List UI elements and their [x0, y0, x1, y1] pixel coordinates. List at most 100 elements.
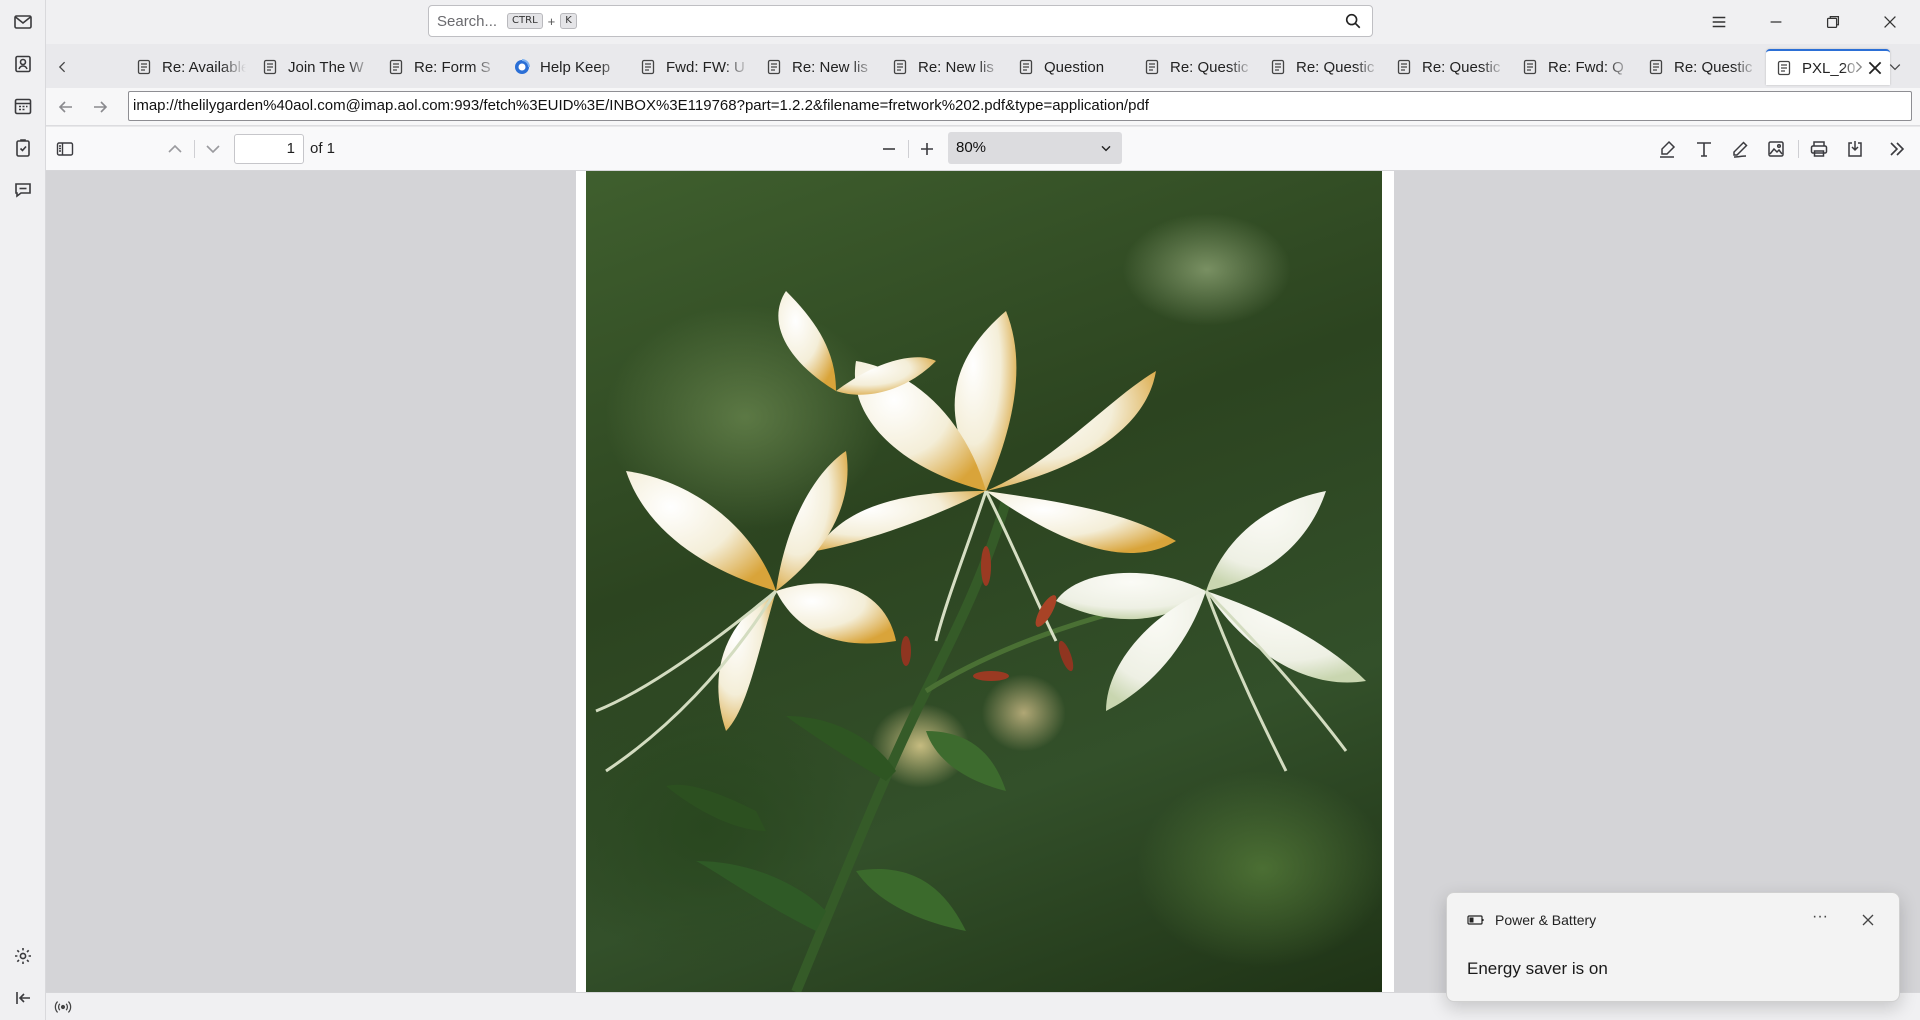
- message-icon: [1777, 60, 1791, 76]
- page-count-label: of 1: [310, 140, 336, 157]
- collapse-icon[interactable]: [11, 986, 35, 1010]
- notification-toast[interactable]: Power & Battery ··· Energy saver is on: [1446, 892, 1900, 1002]
- shortcut-plus: +: [547, 13, 556, 29]
- close-window-icon[interactable]: [1876, 8, 1904, 36]
- message-icon: [137, 59, 151, 75]
- mail-icon[interactable]: [11, 10, 35, 34]
- print-icon[interactable]: [1808, 138, 1830, 160]
- tab-label: Re: New lis: [918, 58, 994, 76]
- tab-label: Re: Available: [162, 58, 246, 76]
- shortcut-k-key: K: [560, 13, 577, 29]
- lily-illustration: [595, 291, 1366, 992]
- tab-label: Fwd: FW: U: [666, 58, 745, 76]
- online-status-icon[interactable]: [54, 998, 72, 1016]
- app-menu-icon[interactable]: [1705, 8, 1733, 36]
- message-icon: [1145, 59, 1159, 75]
- previous-page-icon[interactable]: [164, 138, 186, 160]
- message-icon: [263, 59, 277, 75]
- toolbar-divider: [194, 140, 195, 158]
- search-placeholder: Search...: [437, 12, 498, 30]
- toast-header: Power & Battery: [1467, 912, 1596, 928]
- tab-label: Help Keep: [540, 58, 611, 76]
- forward-icon[interactable]: [90, 97, 110, 117]
- tab[interactable]: Re: Questic: [1638, 49, 1758, 85]
- tab[interactable]: Re: New lis: [882, 49, 1002, 85]
- message-icon: [1397, 59, 1411, 75]
- tab-label: Re: Fwd: Q: [1548, 58, 1624, 76]
- chat-icon[interactable]: [11, 178, 35, 202]
- list-all-tabs-icon[interactable]: [1884, 56, 1906, 78]
- minimize-icon[interactable]: [1762, 8, 1790, 36]
- toast-title: Power & Battery: [1495, 912, 1597, 928]
- settings-icon[interactable]: [11, 944, 35, 968]
- draw-icon[interactable]: [1729, 138, 1751, 160]
- toolbar-divider: [1798, 140, 1799, 158]
- zoom-in-icon[interactable]: [916, 138, 938, 160]
- message-icon: [893, 59, 907, 75]
- tab[interactable]: Re: New lis: [756, 49, 876, 85]
- tasks-icon[interactable]: [11, 136, 35, 160]
- toast-message: Energy saver is on: [1467, 959, 1608, 978]
- pdf-viewer[interactable]: [46, 171, 1920, 992]
- scroll-tabs-left-icon[interactable]: [52, 56, 74, 78]
- tab[interactable]: Join The W: [252, 49, 372, 85]
- tab-label: Re: Questic: [1170, 58, 1249, 76]
- tab[interactable]: Re: Questic: [1386, 49, 1506, 85]
- save-icon[interactable]: [1844, 138, 1866, 160]
- tab-label: Re: Questic: [1674, 58, 1753, 76]
- tab-label: Re: Form S: [414, 58, 491, 76]
- zoom-value: 80%: [956, 139, 987, 156]
- tab-label: Re: New lis: [792, 58, 868, 76]
- tab-label: Question: [1044, 58, 1105, 76]
- message-icon: [1523, 59, 1537, 75]
- tab[interactable]: Re: Available: [126, 49, 246, 85]
- message-icon: [389, 59, 403, 75]
- pdf-page: [576, 171, 1394, 992]
- zoom-select[interactable]: 80%: [948, 132, 1122, 164]
- tab[interactable]: PXL_20: [1766, 49, 1890, 85]
- search-icon[interactable]: [1344, 12, 1362, 30]
- chevron-down-icon: [1101, 145, 1111, 152]
- tab-label: Re: Questic: [1296, 58, 1375, 76]
- tab[interactable]: Re: Fwd: Q: [1512, 49, 1632, 85]
- add-image-icon[interactable]: [1765, 138, 1787, 160]
- highlight-icon[interactable]: [1656, 138, 1678, 160]
- title-bar: Search... CTRL + K: [46, 0, 1920, 44]
- message-icon: [641, 59, 655, 75]
- tab[interactable]: Re: Questic: [1260, 49, 1380, 85]
- message-icon: [1271, 59, 1285, 75]
- message-icon: [1649, 59, 1663, 75]
- battery-icon: [1467, 915, 1484, 925]
- tab-label: Join The W: [288, 58, 364, 76]
- sidebar-toggle-icon[interactable]: [54, 138, 76, 160]
- tab[interactable]: Help Keep: [504, 49, 624, 85]
- url-bar: imap://thelilygarden%40aol.com@imap.aol.…: [46, 88, 1920, 126]
- message-icon: [1019, 59, 1033, 75]
- address-book-icon[interactable]: [11, 52, 35, 76]
- tab[interactable]: Question: [1008, 49, 1128, 85]
- restore-icon[interactable]: [1819, 8, 1847, 36]
- more-tools-icon[interactable]: [1886, 138, 1908, 160]
- toast-close-icon[interactable]: [1861, 913, 1875, 927]
- browser-icon: [515, 59, 530, 74]
- tab-strip: Re: Available Join The W Re: Form S Help Ke…: [46, 44, 1920, 88]
- tab[interactable]: Fwd: FW: U: [630, 49, 750, 85]
- next-page-icon[interactable]: [202, 138, 224, 160]
- url-field[interactable]: imap://thelilygarden%40aol.com@imap.aol.…: [128, 91, 1912, 121]
- calendar-icon[interactable]: [11, 94, 35, 118]
- lily-photo: [586, 171, 1382, 992]
- tab[interactable]: Re: Form S: [378, 49, 498, 85]
- zoom-out-icon[interactable]: [878, 138, 900, 160]
- tab[interactable]: Re: Questic: [1134, 49, 1254, 85]
- message-icon: [767, 59, 781, 75]
- shortcut-ctrl-key: CTRL: [507, 13, 543, 29]
- toolbar-divider: [908, 140, 909, 158]
- back-icon[interactable]: [56, 97, 76, 117]
- page-number-input[interactable]: 1: [234, 134, 304, 164]
- tab-label: Re: Questic: [1422, 58, 1501, 76]
- toast-more-options-icon[interactable]: ···: [1809, 909, 1831, 929]
- text-tool-icon[interactable]: [1693, 138, 1715, 160]
- global-search-input[interactable]: Search... CTRL + K: [428, 5, 1373, 37]
- spaces-toolbar: [0, 0, 46, 1020]
- scroll-tabs-right-icon[interactable]: [1847, 56, 1869, 78]
